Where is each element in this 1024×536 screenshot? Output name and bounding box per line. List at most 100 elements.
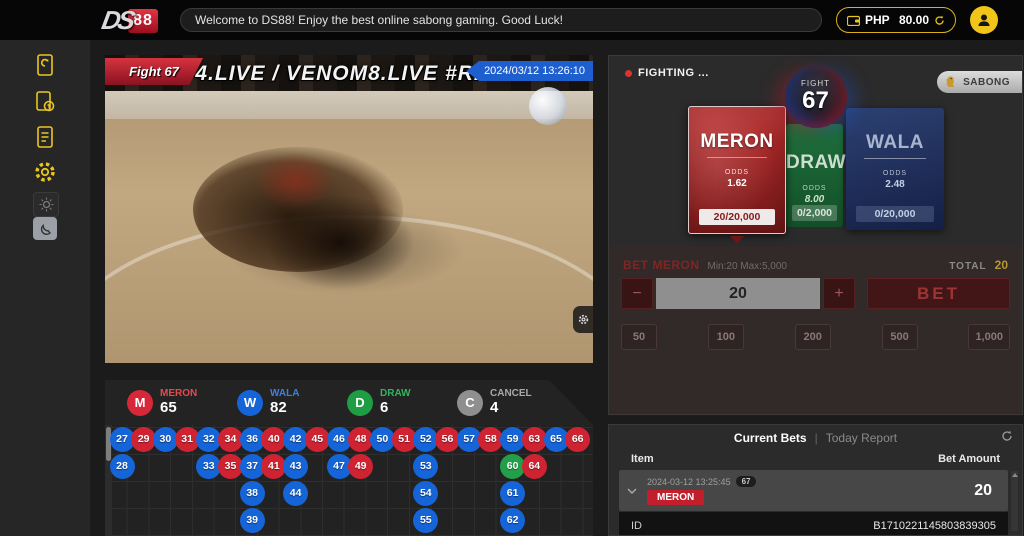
app: DS 88 Welcome to DS88! Enjoy the best on… xyxy=(0,0,1024,536)
stat-cancel: C CANCEL 4 xyxy=(457,388,545,417)
decrease-amount-button[interactable]: − xyxy=(621,278,653,309)
fight-status: FIGHTING ... xyxy=(625,67,709,79)
refresh-bets-icon[interactable] xyxy=(1001,430,1013,442)
history-cell: 39 xyxy=(240,508,265,533)
meron-card-divider xyxy=(707,157,767,158)
bet-fight-badge: 67 xyxy=(736,476,757,487)
fight-number-sphere: FIGHT 67 xyxy=(785,66,847,128)
match-panel: FIGHTING ... SABONG FIGHT 67 MERON ODDS … xyxy=(608,55,1023,415)
wallet-balance-pill[interactable]: PHP 80.00 xyxy=(836,7,956,33)
draw-pool-value: 0/2,000 xyxy=(792,205,837,221)
history-cell: 66 xyxy=(565,427,590,452)
wala-card-name: WALA xyxy=(846,132,944,154)
wala-pool-value: 0/20,000 xyxy=(856,206,934,222)
current-bets-panel: Current Bets | Today Report Item Bet Amo… xyxy=(608,424,1023,536)
wala-card-divider xyxy=(864,158,926,159)
bet-total-label: TOTAL xyxy=(949,261,986,272)
quick-bet-100[interactable]: 100 xyxy=(708,324,744,350)
history-cell: 54 xyxy=(413,481,438,506)
wala-bet-card[interactable]: WALA ODDS 2.48 0/20,000 xyxy=(846,108,944,230)
fight-number-badge: Fight 67 xyxy=(105,58,203,85)
game-records-icon[interactable] xyxy=(31,51,59,79)
bet-time: 2024-03-12 13:25:45 xyxy=(647,477,731,487)
bet-id-row: ID B1710221145803839305 xyxy=(619,512,1008,536)
meron-bet-card[interactable]: MERON ODDS 1.62 20/20,000 xyxy=(688,106,786,234)
draw-bet-card[interactable]: DRAW ODDS 8.00 0/2,000 xyxy=(786,124,843,227)
wala-odds-value: 2.48 xyxy=(846,179,944,190)
bet-id-value: B1710221145803839305 xyxy=(873,520,996,532)
stat-draw: D DRAW 6 xyxy=(347,388,435,417)
stream-quality-button[interactable] xyxy=(573,306,593,333)
history-cell: 61 xyxy=(500,481,525,506)
currency-label: PHP xyxy=(865,13,890,27)
result-stats-bar: M MERON 65 W WALA 82 D DRAW 6 C CANCEL xyxy=(105,380,593,425)
history-cell: 55 xyxy=(413,508,438,533)
ds88-logo: DS 88 xyxy=(102,5,158,36)
transactions-icon[interactable] xyxy=(31,88,59,116)
live-stream-video[interactable]: UCUP4.LIVE / VENOM8.LIVE #RISKISAN Fight… xyxy=(105,55,593,363)
reports-icon[interactable] xyxy=(31,123,59,151)
cancel-letter-badge: C xyxy=(457,390,483,416)
history-cell: 28 xyxy=(110,454,135,479)
status-dot-icon xyxy=(625,70,632,77)
settings-gear-icon[interactable] xyxy=(31,158,59,186)
welcome-banner: Welcome to DS88! Enjoy the best online s… xyxy=(180,8,822,32)
history-cell: 62 xyxy=(500,508,525,533)
wallet-icon xyxy=(847,15,860,26)
wala-odds-label: ODDS xyxy=(846,170,944,177)
draw-card-name: DRAW xyxy=(786,152,843,174)
increase-amount-button[interactable]: + xyxy=(823,278,855,309)
bet-limits: Min:20 Max:5,000 xyxy=(708,261,788,272)
bet-side-title: BET MERON xyxy=(623,258,700,272)
game-tag-label: SABONG xyxy=(963,77,1010,88)
video-watermark-logo xyxy=(529,87,567,125)
draw-odds-value: 8.00 xyxy=(786,194,843,205)
user-avatar[interactable] xyxy=(970,6,998,34)
chevron-down-icon[interactable] xyxy=(627,488,637,494)
logo-ds-text: DS xyxy=(99,5,135,36)
tab-separator: | xyxy=(815,431,818,445)
wala-stat-value: 82 xyxy=(270,400,299,417)
quick-bet-50[interactable]: 50 xyxy=(621,324,657,350)
bet-history-row[interactable]: 2024-03-12 13:25:45 67 MERON 20 xyxy=(619,470,1008,511)
history-cell: 53 xyxy=(413,454,438,479)
topbar: DS 88 Welcome to DS88! Enjoy the best on… xyxy=(0,0,1024,40)
meron-letter-badge: M xyxy=(127,390,153,416)
rooster-icon xyxy=(944,75,958,89)
fight-number: 67 xyxy=(785,88,847,113)
column-bet-amount: Bet Amount xyxy=(938,453,1000,465)
balance-value: 80.00 xyxy=(899,13,929,27)
refresh-balance-icon[interactable] xyxy=(934,15,945,26)
wala-letter-badge: W xyxy=(237,390,263,416)
stat-meron: M MERON 65 xyxy=(127,388,215,417)
tab-current-bets[interactable]: Current Bets xyxy=(734,431,807,445)
meron-odds-value: 1.62 xyxy=(689,178,785,189)
quick-bet-500[interactable]: 500 xyxy=(882,324,918,350)
bet-amount-value: 20 xyxy=(974,482,992,500)
history-grid: 2728293031323334353637383940414243444546… xyxy=(105,425,593,536)
stream-timestamp-badge: 2024/03/12 13:26:10 xyxy=(466,61,593,81)
status-text: FIGHTING ... xyxy=(638,67,709,79)
bets-scrollbar[interactable] xyxy=(1011,471,1018,531)
bet-amount-input[interactable]: 20 xyxy=(656,278,820,309)
meron-card-name: MERON xyxy=(689,131,785,153)
meron-odds-label: ODDS xyxy=(689,169,785,176)
dark-theme-toggle[interactable] xyxy=(33,217,57,240)
quick-bet-1000[interactable]: 1,000 xyxy=(968,324,1010,350)
stat-wala: W WALA 82 xyxy=(237,388,325,417)
history-cell: 64 xyxy=(522,454,547,479)
draw-letter-badge: D xyxy=(347,390,373,416)
video-wall xyxy=(105,91,593,119)
selected-card-arrow xyxy=(730,236,744,244)
history-cell: 43 xyxy=(283,454,308,479)
meron-stat-value: 65 xyxy=(160,400,197,417)
tab-today-report[interactable]: Today Report xyxy=(826,431,897,445)
light-theme-toggle[interactable] xyxy=(33,192,59,217)
bet-submit-button[interactable]: BET xyxy=(867,278,1010,309)
sidebar xyxy=(0,40,90,536)
bet-id-label: ID xyxy=(631,520,642,532)
welcome-text: Welcome to DS88! Enjoy the best online s… xyxy=(195,13,563,27)
video-rooster-2 xyxy=(265,195,415,290)
quick-bet-200[interactable]: 200 xyxy=(795,324,831,350)
history-cell: 38 xyxy=(240,481,265,506)
